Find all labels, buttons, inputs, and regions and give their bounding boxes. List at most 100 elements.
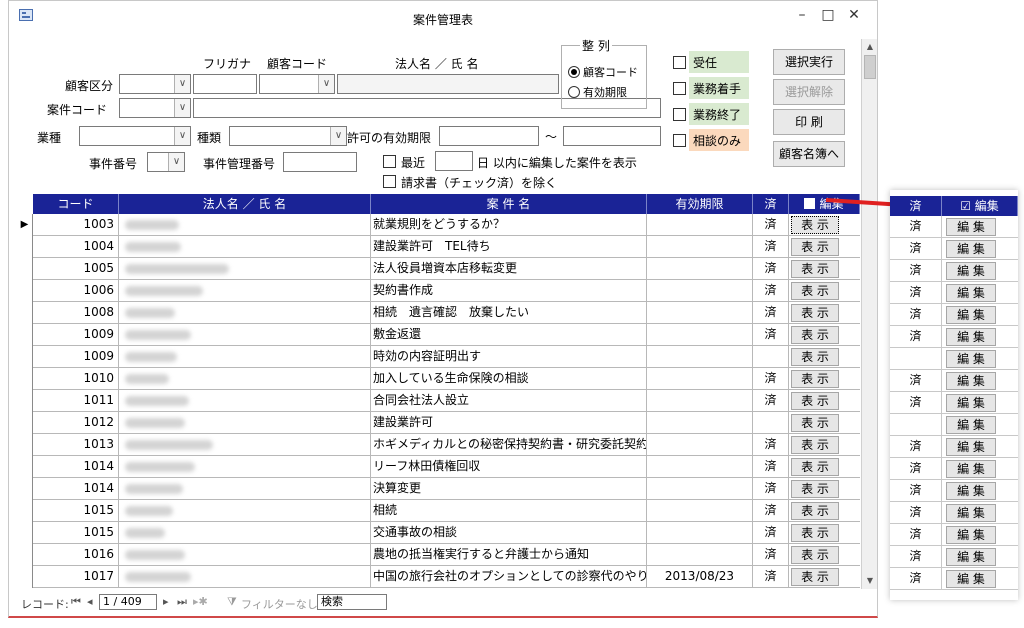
started-checkbox[interactable] bbox=[673, 82, 686, 95]
table-row[interactable]: 1008 相続 遺言確認 放棄したい 済表 示 bbox=[17, 302, 860, 324]
record-selector[interactable] bbox=[17, 522, 33, 544]
edit-button[interactable]: 編 集 bbox=[946, 416, 996, 434]
table-row[interactable]: 1009 時効の内容証明出す 表 示 bbox=[17, 346, 860, 368]
expiry-from-input[interactable] bbox=[439, 126, 539, 146]
maximize-button[interactable]: □ bbox=[817, 7, 839, 27]
run-selection-button[interactable]: 選択実行 bbox=[773, 49, 845, 75]
show-button[interactable]: 表 示 bbox=[791, 436, 839, 454]
show-button[interactable]: 表 示 bbox=[791, 524, 839, 542]
show-button[interactable]: 表 示 bbox=[791, 304, 839, 322]
table-row[interactable]: 1009 敷金返還 済表 示 bbox=[17, 324, 860, 346]
search-input[interactable]: 検索 bbox=[317, 594, 387, 610]
show-button[interactable]: 表 示 bbox=[791, 260, 839, 278]
finished-checkbox[interactable] bbox=[673, 108, 686, 121]
close-button[interactable]: ✕ bbox=[843, 7, 865, 27]
edit-button[interactable]: 編 集 bbox=[946, 240, 996, 258]
record-selector[interactable] bbox=[17, 544, 33, 566]
edit-button[interactable]: 編 集 bbox=[946, 548, 996, 566]
table-row[interactable]: 1004 建設業許可 TEL待ち 済表 示 bbox=[17, 236, 860, 258]
print-button[interactable]: 印 刷 bbox=[773, 109, 845, 135]
edit-button[interactable]: 編 集 bbox=[946, 218, 996, 236]
vertical-scrollbar[interactable]: ▲ ▼ bbox=[861, 39, 877, 589]
invoice-exclude-checkbox[interactable] bbox=[383, 175, 396, 188]
last-record-icon[interactable]: ⏭ bbox=[177, 595, 187, 609]
table-row[interactable]: 1011 合同会社法人設立 済表 示 bbox=[17, 390, 860, 412]
record-selector[interactable] bbox=[17, 478, 33, 500]
show-button[interactable]: 表 示 bbox=[791, 546, 839, 564]
edit-button[interactable]: 編 集 bbox=[946, 284, 996, 302]
show-button[interactable]: 表 示 bbox=[791, 238, 839, 256]
kind-combo[interactable]: ∨ bbox=[229, 126, 347, 146]
show-button[interactable]: 表 示 bbox=[791, 568, 839, 586]
edit-checkbox-icon[interactable] bbox=[804, 198, 816, 209]
minimize-button[interactable]: – bbox=[791, 7, 813, 27]
new-record-icon[interactable]: ▸✱ bbox=[193, 595, 208, 608]
record-selector[interactable] bbox=[17, 346, 33, 368]
edit-button[interactable]: 編 集 bbox=[946, 526, 996, 544]
record-selector[interactable] bbox=[17, 500, 33, 522]
table-row[interactable]: ▶ 1003 就業規則をどうするか？ 済表 示 bbox=[17, 214, 860, 236]
furigana-input[interactable] bbox=[193, 74, 257, 94]
corp-name-input[interactable] bbox=[337, 74, 559, 94]
edit-button[interactable]: 編 集 bbox=[946, 504, 996, 522]
sort-expiry-radio[interactable] bbox=[568, 86, 580, 98]
table-row[interactable]: 1013 ホギメディカルとの秘密保持契約書・研究委託契約書 済表 示 bbox=[17, 434, 860, 456]
table-row[interactable]: 1016 農地の抵当権実行すると弁護士から通知 済表 示 bbox=[17, 544, 860, 566]
show-button[interactable]: 表 示 bbox=[791, 480, 839, 498]
show-button[interactable]: 表 示 bbox=[791, 414, 839, 432]
table-row[interactable]: 1015 相続 済表 示 bbox=[17, 500, 860, 522]
table-row[interactable]: 1017 中国の旅行会社のオプションとしての診察代のやりとり 2013/08/23 済… bbox=[17, 566, 860, 588]
record-selector[interactable] bbox=[17, 566, 33, 588]
record-selector[interactable] bbox=[17, 302, 33, 324]
table-row[interactable]: 1006 契約書作成 済表 示 bbox=[17, 280, 860, 302]
record-selector[interactable] bbox=[17, 412, 33, 434]
expiry-to-input[interactable] bbox=[563, 126, 661, 146]
edit-button[interactable]: 編 集 bbox=[946, 460, 996, 478]
filter-icon[interactable]: ⧩ bbox=[227, 595, 237, 609]
case-mgmt-number-input[interactable] bbox=[283, 152, 357, 172]
table-row[interactable]: 1012 建設業許可 表 示 bbox=[17, 412, 860, 434]
recent-days-input[interactable] bbox=[435, 151, 473, 171]
first-record-icon[interactable]: ⏮ bbox=[71, 595, 81, 609]
show-button[interactable]: 表 示 bbox=[791, 216, 839, 234]
record-selector[interactable]: ▶ bbox=[17, 214, 33, 236]
edit-button[interactable]: 編 集 bbox=[946, 482, 996, 500]
scroll-thumb[interactable] bbox=[864, 55, 876, 79]
consult-checkbox[interactable] bbox=[673, 134, 686, 147]
table-row[interactable]: 1014 リーフ林田債権回収 済表 示 bbox=[17, 456, 860, 478]
scroll-up-icon[interactable]: ▲ bbox=[864, 41, 876, 53]
record-selector[interactable] bbox=[17, 236, 33, 258]
next-record-icon[interactable]: ▸ bbox=[163, 595, 169, 608]
show-button[interactable]: 表 示 bbox=[791, 370, 839, 388]
table-row[interactable]: 1010 加入している生命保険の相談 済表 示 bbox=[17, 368, 860, 390]
edit-button[interactable]: 編 集 bbox=[946, 328, 996, 346]
show-button[interactable]: 表 示 bbox=[791, 458, 839, 476]
case-number-combo[interactable]: ∨ bbox=[147, 152, 185, 172]
edit-button[interactable]: 編 集 bbox=[946, 350, 996, 368]
scroll-down-icon[interactable]: ▼ bbox=[864, 575, 876, 587]
customer-roster-button[interactable]: 顧客名簿へ bbox=[773, 141, 845, 167]
record-selector[interactable] bbox=[17, 324, 33, 346]
record-position-input[interactable]: 1 / 409 bbox=[99, 594, 157, 610]
clear-selection-button[interactable]: 選択解除 bbox=[773, 79, 845, 105]
edit-button[interactable]: 編 集 bbox=[946, 570, 996, 588]
edit-button[interactable]: 編 集 bbox=[946, 438, 996, 456]
record-selector[interactable] bbox=[17, 258, 33, 280]
show-button[interactable]: 表 示 bbox=[791, 392, 839, 410]
edit-button[interactable]: 編 集 bbox=[946, 306, 996, 324]
show-button[interactable]: 表 示 bbox=[791, 348, 839, 366]
table-row[interactable]: 1005 法人役員増資本店移転変更 済表 示 bbox=[17, 258, 860, 280]
show-button[interactable]: 表 示 bbox=[791, 282, 839, 300]
table-row[interactable]: 1014 決算変更 済表 示 bbox=[17, 478, 860, 500]
prev-record-icon[interactable]: ◂ bbox=[87, 595, 93, 608]
industry-combo[interactable]: ∨ bbox=[79, 126, 191, 146]
recent-checkbox[interactable] bbox=[383, 155, 396, 168]
table-row[interactable]: 1015 交通事故の相談 済表 示 bbox=[17, 522, 860, 544]
accepted-checkbox[interactable] bbox=[673, 56, 686, 69]
checked-checkbox-icon[interactable]: ☑ bbox=[960, 199, 971, 213]
customer-code-combo[interactable]: ∨ bbox=[259, 74, 335, 94]
show-button[interactable]: 表 示 bbox=[791, 326, 839, 344]
record-selector[interactable] bbox=[17, 280, 33, 302]
show-button[interactable]: 表 示 bbox=[791, 502, 839, 520]
record-selector[interactable] bbox=[17, 390, 33, 412]
